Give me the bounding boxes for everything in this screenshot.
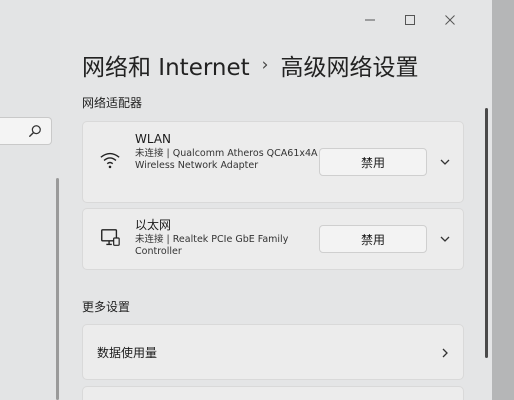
page-title: 高级网络设置 xyxy=(280,55,419,81)
close-icon[interactable] xyxy=(430,10,470,30)
wifi-icon xyxy=(100,152,120,169)
window-edge xyxy=(492,0,514,400)
list-item[interactable] xyxy=(82,386,464,400)
adapter-name: WLAN xyxy=(135,132,172,146)
minimize-icon[interactable] xyxy=(350,10,390,30)
adapter-card-ethernet[interactable]: 以太网 未连接 | Realtek PCIe GbE Family Contro… xyxy=(82,208,464,270)
chevron-down-icon[interactable] xyxy=(439,156,451,168)
search-input[interactable] xyxy=(0,117,52,145)
search-icon[interactable] xyxy=(28,124,42,138)
data-usage-label: 数据使用量 xyxy=(97,346,158,360)
ethernet-icon xyxy=(101,229,120,246)
breadcrumb-separator: › xyxy=(261,55,269,75)
adapter-card-wlan[interactable]: WLAN 未连接 | Qualcomm Atheros QCA61x4A Wir… xyxy=(82,121,464,203)
section-label-adapters: 网络适配器 xyxy=(82,96,143,110)
main-scrollbar[interactable] xyxy=(485,108,488,358)
data-usage-item[interactable]: 数据使用量 xyxy=(82,324,464,380)
maximize-icon[interactable] xyxy=(390,10,430,30)
breadcrumb-parent[interactable]: 网络和 Internet xyxy=(82,48,250,82)
breadcrumb: 网络和 Internet › 高级网络设置 xyxy=(82,48,418,82)
settings-main-panel: 网络和 Internet › 高级网络设置 网络适配器 WLAN 未连接 | Q… xyxy=(60,0,492,400)
sidebar xyxy=(0,0,60,400)
window-controls xyxy=(350,10,470,30)
section-label-more-settings: 更多设置 xyxy=(82,300,131,314)
adapter-description: 未连接 | Qualcomm Atheros QCA61x4A Wireless… xyxy=(135,148,318,171)
disable-button[interactable]: 禁用 xyxy=(319,225,427,253)
chevron-down-icon[interactable] xyxy=(439,233,451,245)
adapter-name: 以太网 xyxy=(135,218,172,232)
chevron-right-icon xyxy=(442,348,448,358)
disable-button[interactable]: 禁用 xyxy=(319,148,427,176)
adapter-description: 未连接 | Realtek PCIe GbE Family Controller xyxy=(135,234,289,257)
sidebar-scrollbar[interactable] xyxy=(56,178,59,400)
